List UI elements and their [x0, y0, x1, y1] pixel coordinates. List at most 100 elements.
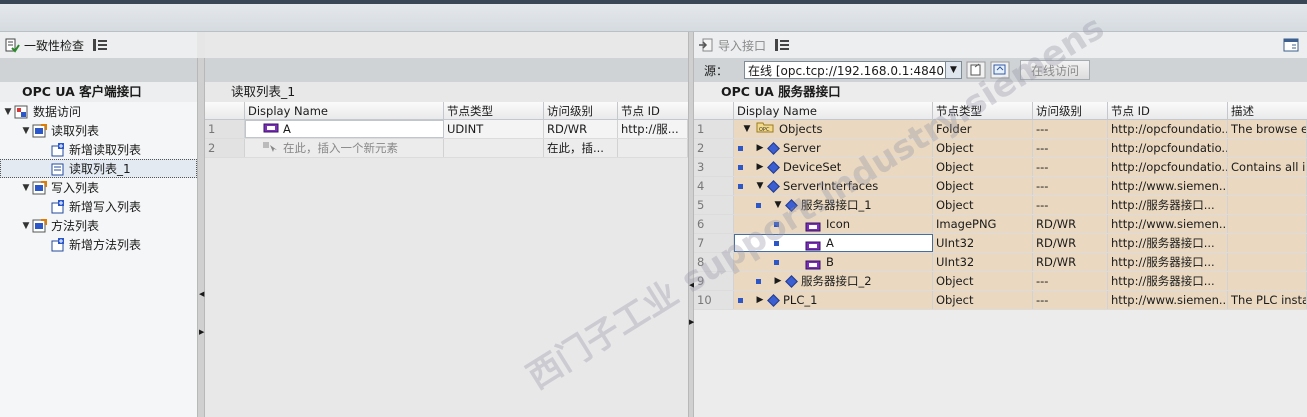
expand-arrow-icon[interactable]: ▼ — [20, 126, 32, 136]
cell-description[interactable] — [1228, 215, 1307, 233]
cell-node-id[interactable]: http://opcfoundatio... — [1108, 120, 1228, 138]
cell-description[interactable] — [1228, 272, 1307, 290]
expand-arrow-icon[interactable]: ▼ — [20, 183, 32, 193]
table-row[interactable]: 5 ▼ 服务器接口_1 Object --- http://服务器接口... — [694, 196, 1307, 215]
cell-node-type[interactable]: Folder — [933, 120, 1033, 138]
table-row[interactable]: 3 ▶ DeviceSet Object --- http://opcfoundatio.… — [694, 158, 1307, 177]
cell-node-id[interactable] — [618, 139, 688, 157]
cell-description[interactable]: The PLC insta... — [1228, 291, 1307, 309]
col-access-level[interactable]: 访问级别 — [1033, 102, 1108, 119]
cell-node-type[interactable]: UInt32 — [933, 253, 1033, 271]
cell-description[interactable] — [1228, 253, 1307, 271]
cell-access-level[interactable]: --- — [1033, 120, 1108, 138]
expand-arrow-icon[interactable]: ▶ — [753, 158, 767, 176]
tree-item[interactable]: 新增读取列表 — [0, 140, 197, 159]
col-node-type[interactable]: 节点类型 — [444, 102, 544, 119]
tree-item[interactable]: 读取列表_1 — [0, 159, 197, 178]
cell-node-type[interactable]: Object — [933, 272, 1033, 290]
expand-left-arrow-icon[interactable]: ▶ — [199, 328, 204, 336]
cell-display-name[interactable]: 在此，插入一个新元素 — [245, 139, 444, 157]
cell-node-type[interactable] — [444, 139, 544, 157]
tree-item[interactable]: ▼ 读取列表 — [0, 121, 197, 140]
cell-access-level[interactable]: --- — [1033, 139, 1108, 157]
expand-arrow-icon[interactable]: ▼ — [20, 221, 32, 231]
source-combo[interactable]: 在线 [opc.tcp://192.168.0.1:4840] ▼ — [744, 61, 962, 79]
table-row[interactable]: 4 ▼ ServerInterfaces Object --- http://www.si… — [694, 177, 1307, 196]
cell-display-name[interactable]: ▶ Server — [734, 139, 933, 157]
cell-description[interactable] — [1228, 196, 1307, 214]
expand-arrow-icon[interactable]: ▼ — [771, 196, 785, 214]
expand-arrow-icon[interactable]: ▶ — [753, 139, 767, 157]
cell-access-level[interactable]: --- — [1033, 196, 1108, 214]
tree-item[interactable]: ▼ 方法列表 — [0, 216, 197, 235]
cell-node-type[interactable]: Object — [933, 177, 1033, 195]
cell-node-type[interactable]: ImagePNG — [933, 215, 1033, 233]
cell-access-level[interactable]: RD/WR — [1033, 253, 1108, 271]
online-access-button[interactable]: 在线访问 — [1020, 60, 1090, 80]
col-node-type[interactable]: 节点类型 — [933, 102, 1033, 119]
cell-display-name[interactable]: A — [245, 120, 444, 138]
cell-display-name[interactable]: ▼ OPC Objects — [734, 120, 933, 138]
cell-display-name[interactable]: Icon — [734, 215, 933, 233]
expand-arrow-icon[interactable]: ▼ — [753, 177, 767, 195]
chevron-down-icon[interactable]: ▼ — [945, 62, 961, 78]
expand-arrow-icon[interactable]: ▼ — [740, 120, 754, 138]
refresh-connection-icon[interactable] — [990, 61, 1010, 79]
table-row[interactable]: 2 在此，插入一个新元素 在此，插... — [205, 139, 688, 158]
cell-display-name[interactable]: A — [734, 234, 933, 252]
cell-node-id[interactable]: http://opcfoundatio... — [1108, 139, 1228, 157]
expand-arrow-icon[interactable]: ▶ — [771, 272, 785, 290]
collapse-left-arrow-icon[interactable]: ◀ — [199, 290, 204, 298]
import-interface-button[interactable]: 导入接口 — [696, 34, 768, 56]
tree-item[interactable]: ▼ 写入列表 — [0, 178, 197, 197]
table-row[interactable]: 6 Icon ImagePNG RD/WR http://www.siemen... — [694, 215, 1307, 234]
cell-node-id[interactable]: http://www.siemen... — [1108, 291, 1228, 309]
col-display-name[interactable]: Display Name — [734, 102, 933, 119]
list-view-icon[interactable] — [92, 37, 108, 53]
col-node-id[interactable]: 节点 ID — [1108, 102, 1228, 119]
cell-display-name[interactable]: ▼ 服务器接口_1 — [734, 196, 933, 214]
cell-node-type[interactable]: UInt32 — [933, 234, 1033, 252]
cell-display-name[interactable]: ▼ ServerInterfaces — [734, 177, 933, 195]
cell-node-id[interactable]: http://服务器接口... — [1108, 253, 1228, 271]
cell-access-level[interactable]: 在此，插... — [544, 139, 618, 157]
list-view-icon[interactable] — [774, 37, 790, 53]
tree-item[interactable]: 新增方法列表 — [0, 235, 197, 254]
expand-arrow-icon[interactable]: ▶ — [753, 291, 767, 309]
col-access-level[interactable]: 访问级别 — [544, 102, 618, 119]
table-row[interactable]: 7 A UInt32 RD/WR http://服务器接口... — [694, 234, 1307, 253]
pane-layout-icon[interactable] — [1283, 38, 1299, 52]
table-row[interactable]: 10 ▶ PLC_1 Object --- http://www.siemen... The… — [694, 291, 1307, 310]
cell-node-type[interactable]: Object — [933, 158, 1033, 176]
cell-node-id[interactable]: http://www.siemen... — [1108, 215, 1228, 233]
cell-access-level[interactable]: --- — [1033, 158, 1108, 176]
cell-node-id[interactable]: http://服务器接口... — [1108, 272, 1228, 290]
table-row[interactable]: 1 A UDINT RD/WR http://服... — [205, 120, 688, 139]
left-splitter[interactable]: ◀ ▶ — [197, 58, 205, 417]
col-description[interactable]: 描述 — [1228, 102, 1307, 119]
tree-item[interactable]: 新增写入列表 — [0, 197, 197, 216]
table-row[interactable]: 2 ▶ Server Object --- http://opcfoundatio... — [694, 139, 1307, 158]
tree-item[interactable]: ▼ 数据访问 — [0, 102, 197, 121]
table-row[interactable]: 9 ▶ 服务器接口_2 Object --- http://服务器接口... — [694, 272, 1307, 291]
cell-description[interactable]: The browse e... — [1228, 120, 1307, 138]
cell-node-type[interactable]: Object — [933, 196, 1033, 214]
cell-node-type[interactable]: Object — [933, 139, 1033, 157]
cell-node-id[interactable]: http://服... — [618, 120, 688, 138]
cell-description[interactable]: Contains all i... — [1228, 158, 1307, 176]
cell-access-level[interactable]: RD/WR — [1033, 215, 1108, 233]
cell-description[interactable] — [1228, 139, 1307, 157]
consistency-check-button[interactable]: 一致性检查 — [2, 34, 86, 56]
cell-node-type[interactable]: Object — [933, 291, 1033, 309]
cell-access-level[interactable]: RD/WR — [1033, 234, 1108, 252]
col-node-id[interactable]: 节点 ID — [618, 102, 688, 119]
open-source-icon[interactable] — [966, 61, 986, 79]
cell-node-type[interactable]: UDINT — [444, 120, 544, 138]
cell-access-level[interactable]: RD/WR — [544, 120, 618, 138]
cell-display-name[interactable]: ▶ PLC_1 — [734, 291, 933, 309]
cell-display-name[interactable]: ▶ 服务器接口_2 — [734, 272, 933, 290]
table-row[interactable]: 1 ▼ OPC Objects Folder --- http://opcfoundatio… — [694, 120, 1307, 139]
expand-arrow-icon[interactable]: ▼ — [2, 107, 14, 117]
cell-display-name[interactable]: B — [734, 253, 933, 271]
table-row[interactable]: 8 B UInt32 RD/WR http://服务器接口... — [694, 253, 1307, 272]
